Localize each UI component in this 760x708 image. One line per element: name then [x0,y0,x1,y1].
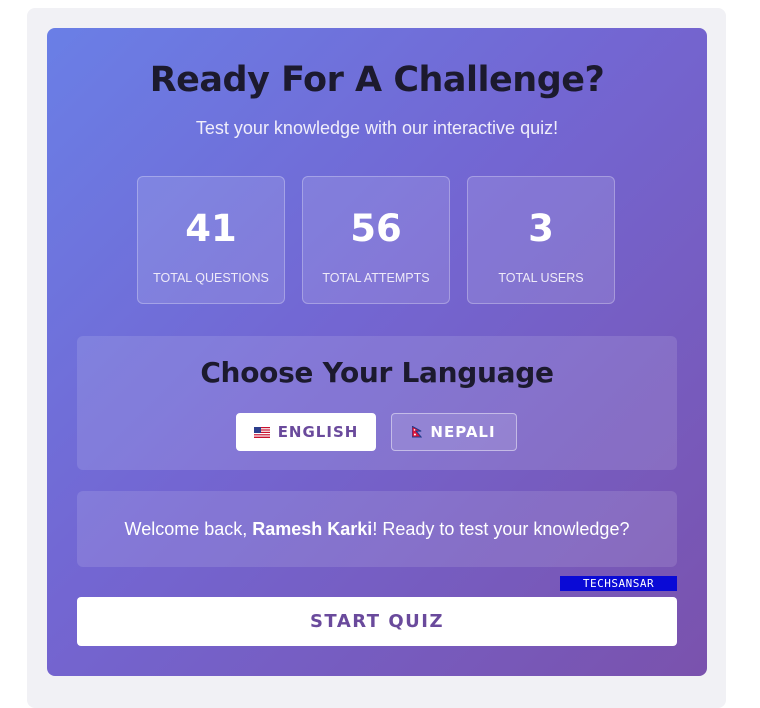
stat-value: 56 [350,207,402,250]
english-label: ENGLISH [277,423,359,441]
us-flag-icon [253,426,270,438]
language-title: Choose Your Language [200,356,554,389]
english-button[interactable]: ENGLISH [236,413,376,451]
welcome-suffix: ! Ready to test your knowledge? [372,518,630,539]
stat-label: TOTAL USERS [498,271,584,285]
quiz-card: Ready For A Challenge? Test your knowled… [47,28,707,676]
user-name: Ramesh Karki [252,518,373,539]
start-quiz-button[interactable]: START QUIZ [77,597,677,646]
stat-label: TOTAL QUESTIONS [153,271,269,285]
techsansar-watermark: TECHSANSAR [560,576,677,591]
welcome-message: Welcome back, Ramesh Karki! Ready to tes… [77,491,677,567]
stat-total-questions: 41 TOTAL QUESTIONS [137,176,285,304]
welcome-prefix: Welcome back, [124,518,253,539]
stat-label: TOTAL ATTEMPTS [322,271,430,285]
stat-total-attempts: 56 TOTAL ATTEMPTS [302,176,450,304]
stat-value: 3 [528,207,554,250]
language-panel: Choose Your Language ENGLISH NEPALI [77,336,677,470]
page-title: Ready For A Challenge? [149,60,605,100]
page-subtitle: Test your knowledge with our interactive… [195,118,559,138]
stat-value: 41 [185,207,237,250]
nepali-button[interactable]: NEPALI [391,413,517,451]
stats-row: 41 TOTAL QUESTIONS 56 TOTAL ATTEMPTS 3 T… [137,176,617,306]
nepali-label: NEPALI [430,423,496,441]
nepal-flag-icon [412,426,423,438]
stat-total-users: 3 TOTAL USERS [467,176,615,304]
